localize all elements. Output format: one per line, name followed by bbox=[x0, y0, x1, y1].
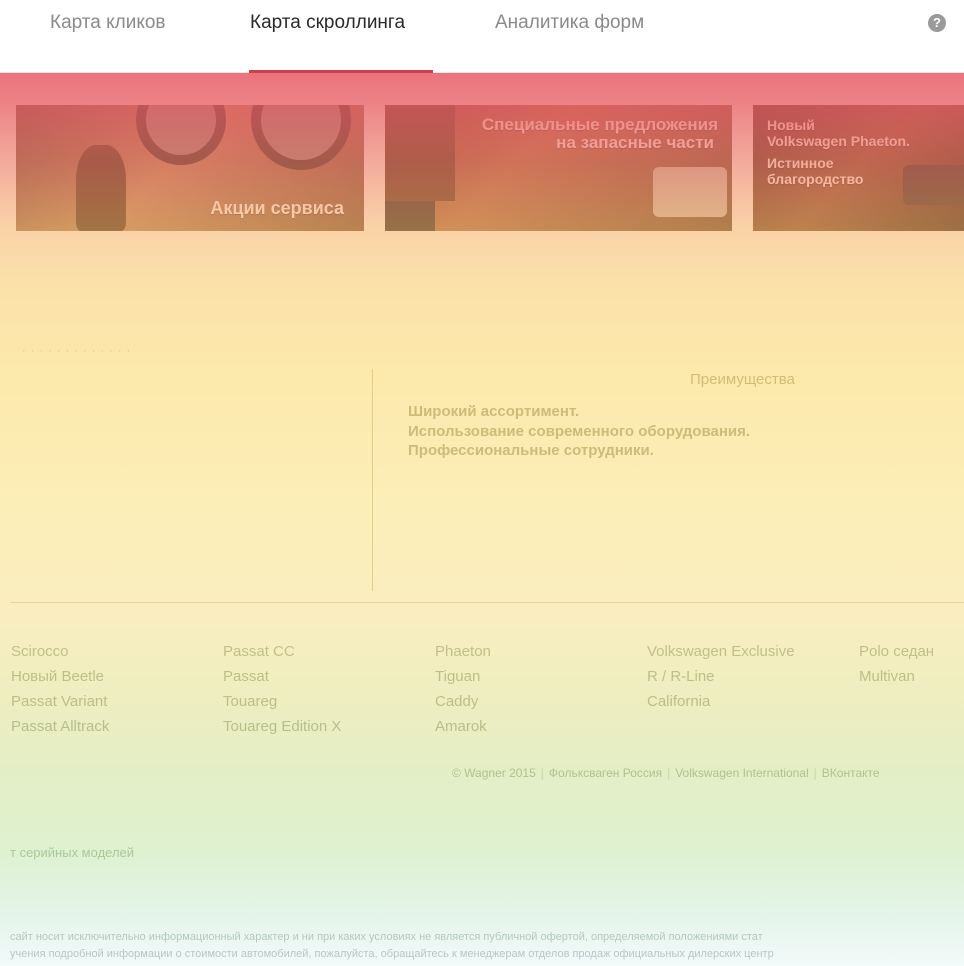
advantage-item: Использование современного оборудования. bbox=[408, 423, 751, 440]
model-link[interactable]: Passat Variant bbox=[11, 689, 109, 714]
tab-scroll-map[interactable]: Карта скроллинга bbox=[250, 12, 405, 36]
models-column-1: Scirocco Новый Beetle Passat Variant Pas… bbox=[11, 639, 109, 739]
model-link[interactable]: Amarok bbox=[435, 714, 491, 739]
banner-caption: Акции сервиса bbox=[210, 198, 344, 218]
banner-caption-line3: Истинное bbox=[767, 155, 834, 171]
banner-caption-line2: Volkswagen Phaeton. bbox=[767, 133, 910, 149]
banner-phaeton[interactable]: Новый Volkswagen Phaeton. Истинное благо… bbox=[753, 105, 964, 231]
disclaimer-line: сайт носит исключительно информационный … bbox=[10, 931, 763, 943]
banner-caption-line2: на запасные части bbox=[556, 133, 714, 152]
banner-spare-parts[interactable]: Специальные предложения на запасные част… bbox=[385, 105, 732, 231]
footer-link-vw-russia[interactable]: Фольксваген Россия bbox=[549, 766, 662, 780]
advantage-item: Профессиональные сотрудники. bbox=[408, 442, 654, 459]
model-link[interactable]: Touareg Edition X bbox=[223, 714, 341, 739]
model-link[interactable]: Polo седан bbox=[859, 639, 934, 664]
model-link[interactable]: Multivan bbox=[859, 664, 934, 689]
car-image bbox=[903, 165, 964, 205]
footer-link-vkontakte[interactable]: ВКонтакте bbox=[822, 766, 880, 780]
tire-image bbox=[251, 105, 351, 170]
column-divider bbox=[372, 369, 373, 591]
banner-caption-line4: благородство bbox=[767, 171, 864, 187]
model-link[interactable]: Touareg bbox=[223, 689, 341, 714]
disclaimer-line: учения подробной информации о стоимости … bbox=[10, 948, 774, 960]
models-column-5: Polo седан Multivan bbox=[859, 639, 934, 689]
models-column-3: Phaeton Tiguan Caddy Amarok bbox=[435, 639, 491, 739]
van-image bbox=[653, 167, 727, 217]
model-link[interactable]: Новый Beetle bbox=[11, 664, 109, 689]
site-footer: © Wagner 2015 | Фольксваген Россия | Volkswa… bbox=[452, 766, 880, 780]
banner-caption-line1: Новый bbox=[767, 117, 815, 133]
models-column-2: Passat CC Passat Touareg Touareg Edition… bbox=[223, 639, 341, 739]
models-column-4: Volkswagen Exclusive R / R-Line Californ… bbox=[647, 639, 795, 714]
question-circle-icon[interactable]: ? bbox=[928, 14, 946, 32]
scroll-map-tab-bar: Карта кликов Карта скроллинга Аналитика … bbox=[0, 0, 964, 73]
tire-image bbox=[136, 105, 226, 165]
model-link[interactable]: Passat Alltrack bbox=[11, 714, 109, 739]
website-preview: Акции сервиса Специальные предложения на… bbox=[0, 73, 964, 966]
advantages-title: Преимущества bbox=[690, 371, 795, 388]
model-link[interactable]: California bbox=[647, 689, 795, 714]
mechanic-figure bbox=[76, 145, 126, 231]
serial-models-link[interactable]: т серийных моделей bbox=[10, 845, 134, 860]
banner-service-offers[interactable]: Акции сервиса bbox=[16, 105, 364, 231]
model-link[interactable]: Scirocco bbox=[11, 639, 109, 664]
tab-form-analytics[interactable]: Аналитика форм bbox=[495, 12, 644, 36]
model-link[interactable]: Caddy bbox=[435, 689, 491, 714]
advantage-item: Широкий ассортимент. bbox=[408, 403, 580, 420]
model-link[interactable]: Passat bbox=[223, 664, 341, 689]
model-link[interactable]: R / R-Line bbox=[647, 664, 795, 689]
customer-figure bbox=[385, 105, 455, 201]
banner-caption-line1: Специальные предложения bbox=[481, 115, 718, 134]
model-link[interactable]: Tiguan bbox=[435, 664, 491, 689]
salesman-figure bbox=[385, 201, 435, 231]
faded-text-placeholder: · · · · · · · · · · · · · bbox=[22, 345, 132, 357]
footer-link-vw-international[interactable]: Volkswagen International bbox=[675, 766, 808, 780]
model-link[interactable]: Passat CC bbox=[223, 639, 341, 664]
section-divider bbox=[10, 602, 964, 603]
tab-click-map[interactable]: Карта кликов bbox=[50, 12, 166, 36]
copyright-text: © Wagner 2015 bbox=[452, 766, 536, 780]
model-link[interactable]: Volkswagen Exclusive bbox=[647, 639, 795, 664]
model-link[interactable]: Phaeton bbox=[435, 639, 491, 664]
